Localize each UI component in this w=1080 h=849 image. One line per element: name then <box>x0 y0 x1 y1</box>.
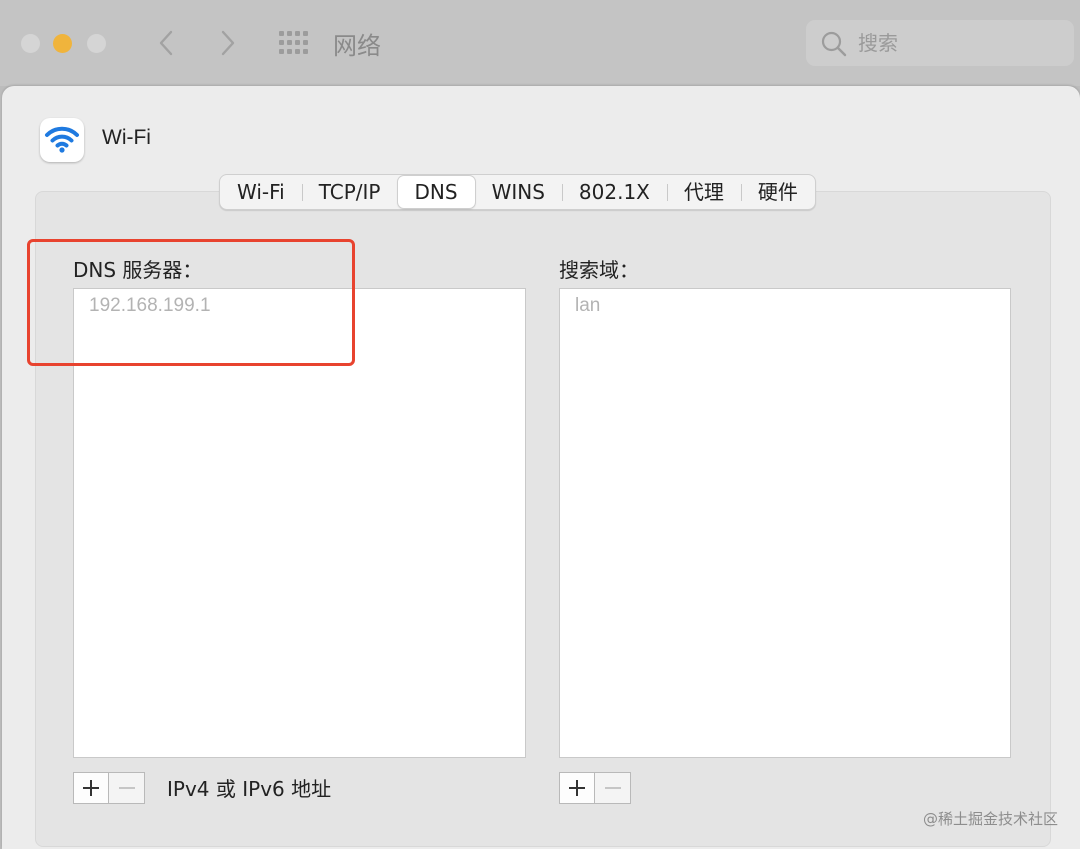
search-domains-list[interactable]: lan <box>559 288 1011 758</box>
wifi-icon <box>45 126 79 153</box>
interface-name: Wi-Fi <box>102 126 151 149</box>
remove-dns-server-button[interactable] <box>109 772 145 804</box>
title-bar: 网络 <box>0 0 1080 86</box>
tab-wifi[interactable]: Wi-Fi <box>220 176 302 208</box>
minus-icon <box>604 787 621 789</box>
dns-address-hint: IPv4 或 IPv6 地址 <box>167 777 332 801</box>
add-dns-server-button[interactable] <box>73 772 109 804</box>
search-field[interactable] <box>806 20 1074 66</box>
chevron-right-icon <box>221 30 235 56</box>
search-domain-add-remove-buttons <box>559 772 631 804</box>
wifi-interface-icon <box>40 118 84 162</box>
plus-icon <box>569 780 585 796</box>
annotation-highlight-box <box>27 239 355 366</box>
zoom-window-button[interactable] <box>87 34 106 53</box>
tab-8021x[interactable]: 802.1X <box>561 176 667 208</box>
search-input[interactable] <box>856 28 1060 58</box>
tab-proxies[interactable]: 代理 <box>666 176 741 208</box>
minimize-window-button[interactable] <box>53 34 72 53</box>
tab-wins[interactable]: WINS <box>475 176 562 208</box>
tab-bar: Wi-Fi TCP/IP DNS WINS 802.1X 代理 硬件 <box>219 174 816 210</box>
window-title: 网络 <box>333 32 381 60</box>
add-search-domain-button[interactable] <box>559 772 595 804</box>
tab-tcpip[interactable]: TCP/IP <box>301 176 398 208</box>
search-domains-label: 搜索域： <box>559 258 639 282</box>
search-domain-entry[interactable]: lan <box>575 295 600 317</box>
watermark: @稀土掘金技术社区 <box>922 810 1058 828</box>
remove-search-domain-button[interactable] <box>595 772 631 804</box>
forward-button[interactable] <box>212 26 242 60</box>
show-all-grid-icon[interactable] <box>279 31 309 55</box>
dns-add-remove-buttons <box>73 772 145 804</box>
close-window-button[interactable] <box>21 34 40 53</box>
back-button[interactable] <box>152 26 182 60</box>
tab-hardware[interactable]: 硬件 <box>740 176 815 208</box>
plus-icon <box>83 780 99 796</box>
tab-dns[interactable]: DNS <box>397 176 475 208</box>
minus-icon <box>118 787 135 789</box>
search-icon <box>821 31 847 57</box>
chevron-left-icon <box>159 30 173 56</box>
